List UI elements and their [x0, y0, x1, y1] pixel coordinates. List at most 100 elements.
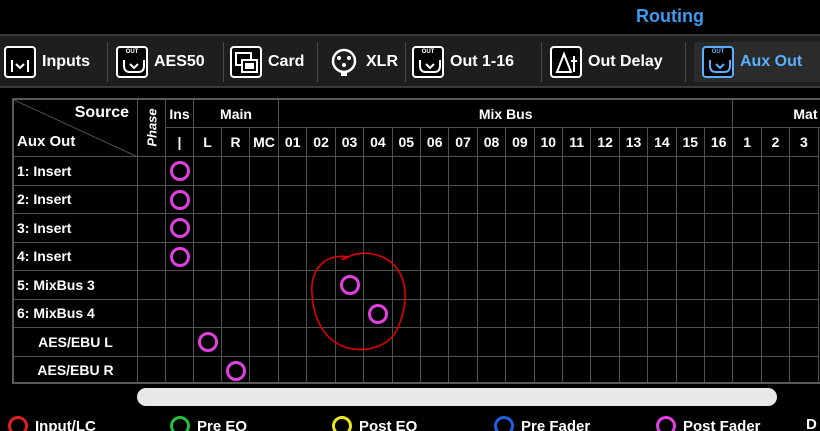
route-cell[interactable] — [761, 185, 791, 214]
route-cell[interactable] — [194, 242, 222, 271]
route-cell[interactable] — [677, 356, 705, 382]
route-cell[interactable] — [619, 185, 649, 214]
route-cell[interactable] — [478, 356, 507, 382]
horizontal-scrollbar[interactable] — [137, 388, 777, 406]
route-cell[interactable] — [477, 214, 507, 243]
route-cell[interactable] — [790, 214, 819, 243]
route-cell[interactable] — [534, 242, 563, 271]
route-cell[interactable] — [534, 328, 563, 357]
route-cell[interactable] — [591, 242, 620, 271]
route-cell[interactable] — [392, 214, 421, 243]
route-cell[interactable] — [166, 356, 194, 382]
route-cell[interactable] — [307, 157, 336, 186]
route-cell[interactable] — [676, 157, 705, 186]
route-cell[interactable] — [761, 214, 791, 243]
route-cell[interactable] — [733, 328, 762, 357]
route-cell[interactable] — [563, 214, 592, 243]
route-cell[interactable] — [563, 356, 592, 382]
route-cell[interactable] — [648, 214, 677, 243]
route-cell[interactable] — [250, 271, 279, 300]
route-cell[interactable] — [307, 214, 336, 243]
route-cell[interactable] — [591, 185, 620, 214]
route-cell[interactable] — [250, 328, 279, 357]
tab-xlr[interactable]: XLR — [328, 42, 406, 82]
phase-cell[interactable] — [138, 157, 166, 186]
route-cell[interactable] — [250, 157, 279, 186]
route-cell[interactable] — [761, 271, 791, 300]
route-cell[interactable] — [733, 271, 762, 300]
route-cell[interactable] — [534, 299, 563, 328]
route-cell[interactable] — [421, 242, 450, 271]
route-cell[interactable] — [591, 214, 620, 243]
route-cell[interactable] — [591, 157, 620, 186]
route-cell[interactable] — [279, 185, 308, 214]
route-cell[interactable] — [250, 214, 279, 243]
route-cell[interactable] — [336, 356, 365, 382]
route-cell[interactable] — [563, 157, 592, 186]
route-cell[interactable] — [449, 271, 478, 300]
route-cell[interactable] — [477, 328, 507, 357]
route-cell[interactable] — [591, 356, 620, 382]
route-cell[interactable] — [733, 242, 762, 271]
route-cell[interactable] — [250, 242, 279, 271]
route-cell[interactable] — [222, 185, 250, 214]
route-dot-post-fader[interactable] — [170, 246, 190, 267]
tab-aes50[interactable]: OUT AES50 — [116, 42, 224, 82]
route-cell[interactable] — [364, 214, 393, 243]
route-cell[interactable] — [194, 271, 222, 300]
route-cell[interactable] — [477, 271, 507, 300]
route-cell[interactable] — [676, 271, 705, 300]
route-cell[interactable] — [335, 214, 365, 243]
route-cell[interactable] — [619, 328, 649, 357]
route-cell[interactable] — [705, 157, 734, 186]
route-cell[interactable] — [279, 157, 308, 186]
route-cell[interactable] — [705, 328, 734, 357]
route-cell[interactable] — [421, 185, 450, 214]
route-cell[interactable] — [563, 271, 592, 300]
route-cell[interactable] — [250, 299, 279, 328]
route-cell[interactable] — [563, 242, 592, 271]
route-cell[interactable] — [250, 185, 279, 214]
route-cell[interactable] — [591, 299, 620, 328]
route-cell[interactable] — [648, 157, 677, 186]
route-cell[interactable] — [449, 328, 478, 357]
route-cell[interactable] — [449, 242, 478, 271]
route-cell[interactable] — [619, 214, 649, 243]
route-cell[interactable] — [790, 328, 819, 357]
route-cell[interactable] — [166, 299, 194, 328]
route-cell[interactable] — [648, 271, 677, 300]
phase-cell[interactable] — [138, 242, 166, 271]
route-cell[interactable] — [392, 157, 421, 186]
route-cell[interactable] — [705, 214, 734, 243]
route-cell[interactable] — [761, 157, 791, 186]
route-cell[interactable] — [563, 299, 592, 328]
route-cell[interactable] — [506, 299, 535, 328]
tab-card[interactable]: Card — [230, 42, 318, 82]
route-cell[interactable] — [534, 157, 563, 186]
route-cell[interactable] — [393, 356, 421, 382]
route-cell[interactable] — [449, 185, 478, 214]
route-cell[interactable] — [421, 328, 450, 357]
route-cell[interactable] — [648, 242, 677, 271]
route-cell[interactable] — [676, 242, 705, 271]
route-cell[interactable] — [676, 299, 705, 328]
route-cell[interactable] — [761, 242, 791, 271]
route-cell[interactable] — [421, 157, 450, 186]
route-cell[interactable] — [705, 299, 734, 328]
route-cell[interactable] — [790, 157, 819, 186]
route-cell[interactable] — [506, 356, 535, 382]
route-cell[interactable] — [194, 185, 222, 214]
route-cell[interactable] — [733, 185, 762, 214]
route-cell[interactable] — [222, 214, 250, 243]
route-cell[interactable] — [506, 214, 535, 243]
route-cell[interactable] — [477, 299, 507, 328]
route-cell[interactable] — [790, 242, 819, 271]
route-cell[interactable] — [534, 214, 563, 243]
route-cell[interactable] — [364, 185, 393, 214]
tab-out-delay[interactable]: Out Delay — [550, 42, 686, 82]
route-cell[interactable] — [364, 157, 393, 186]
route-cell[interactable] — [733, 299, 762, 328]
route-cell[interactable] — [790, 299, 819, 328]
route-cell[interactable] — [534, 271, 563, 300]
phase-cell[interactable] — [138, 185, 166, 214]
